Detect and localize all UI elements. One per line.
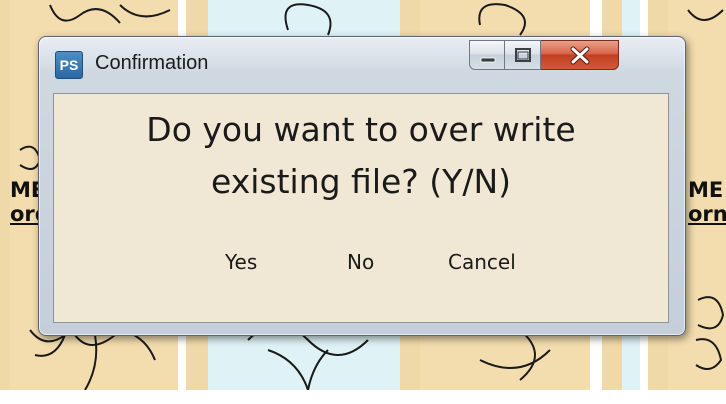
close-button[interactable] bbox=[541, 40, 619, 70]
background-text-line: orn bbox=[688, 202, 726, 226]
window-title: Confirmation bbox=[95, 52, 209, 74]
title-bar[interactable]: PS Confirmation bbox=[39, 37, 685, 91]
close-icon bbox=[570, 46, 590, 65]
maximize-icon bbox=[515, 48, 531, 62]
app-icon: PS bbox=[55, 51, 83, 79]
screen: ME ord ME orn PS Confirmation Do you wan… bbox=[0, 0, 726, 404]
message-line: Do you want to over write bbox=[146, 110, 576, 149]
background-text-line: ME bbox=[688, 178, 724, 202]
maximize-button[interactable] bbox=[505, 40, 541, 70]
minimize-icon bbox=[480, 57, 496, 63]
no-button[interactable]: No bbox=[347, 250, 374, 274]
message-line: existing file? (Y/N) bbox=[210, 162, 512, 201]
background-text: ME orn bbox=[688, 178, 726, 226]
minimize-button[interactable] bbox=[469, 40, 505, 70]
yes-button[interactable]: Yes bbox=[225, 250, 257, 274]
dialog-body: Do you want to over write existing file?… bbox=[53, 93, 669, 323]
background-bottom-strip bbox=[0, 390, 726, 404]
pattern-tile bbox=[0, 0, 10, 396]
confirmation-message: Do you want to over write existing file?… bbox=[54, 104, 668, 208]
cancel-button[interactable]: Cancel bbox=[448, 250, 516, 274]
confirmation-dialog: PS Confirmation Do you want to over writ… bbox=[38, 36, 686, 336]
